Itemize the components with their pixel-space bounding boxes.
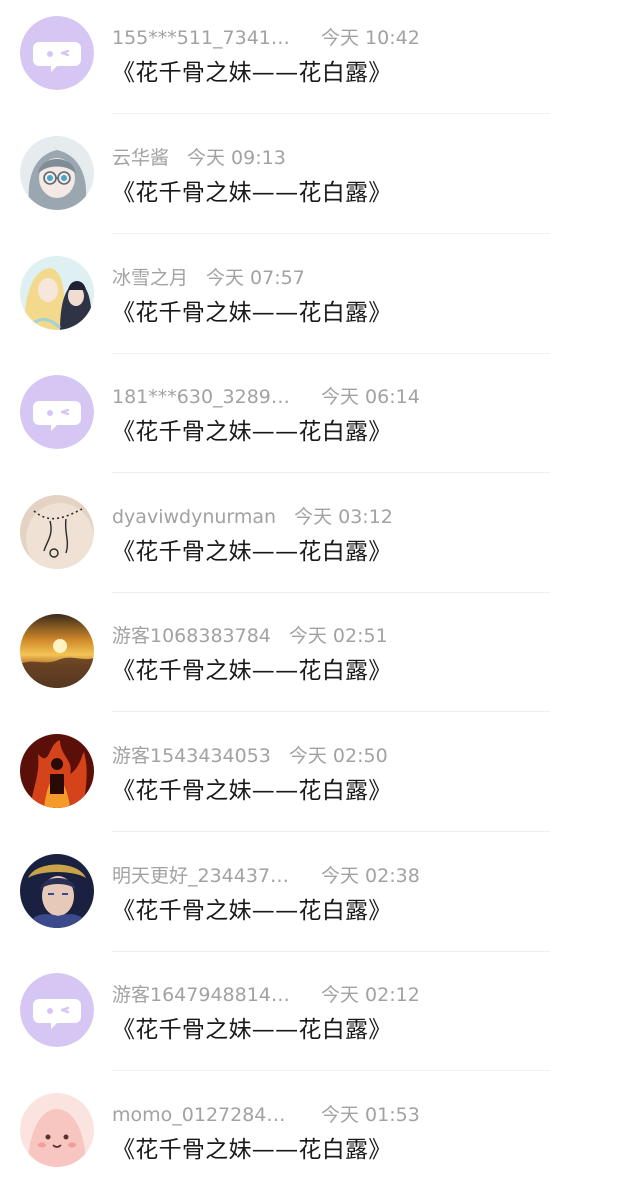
back-tattoo-avatar-icon[interactable] <box>20 495 94 569</box>
comment-time: 今天 06:14 <box>321 386 420 408</box>
comment-meta: 云华酱 今天 09:13 <box>112 145 612 171</box>
game-hero-avatar-icon[interactable] <box>20 854 94 928</box>
comment-meta: 游客1647948814… 今天 02:12 <box>112 982 612 1008</box>
list-item[interactable]: 游客1068383784 今天 02:51 《花千骨之妹——花白露》 <box>0 598 640 718</box>
fire-warrior-avatar-icon[interactable] <box>20 734 94 808</box>
book-title[interactable]: 《花千骨之妹——花白露》 <box>112 56 392 90</box>
divider <box>112 353 550 354</box>
list-item[interactable]: momo_0127284… 今天 01:53 《花千骨之妹——花白露》 <box>0 1077 640 1197</box>
comment-meta: momo_0127284… 今天 01:53 <box>112 1102 612 1128</box>
comment-time: 今天 02:38 <box>321 865 420 887</box>
divider <box>112 831 550 832</box>
divider <box>112 951 550 952</box>
default-chat-avatar-icon[interactable] <box>20 16 94 90</box>
comment-meta: 181***630_3289… 今天 06:14 <box>112 384 612 410</box>
list-item[interactable]: 明天更好_234437… 今天 02:38 《花千骨之妹——花白露》 <box>0 838 640 958</box>
book-title[interactable]: 《花千骨之妹——花白露》 <box>112 1013 392 1047</box>
user-name[interactable]: 冰雪之月 <box>112 265 188 291</box>
comment-time: 今天 03:12 <box>294 506 393 528</box>
anime-girl-glasses-avatar-icon[interactable] <box>20 136 94 210</box>
user-name[interactable]: 游客1068383784 <box>112 623 271 649</box>
list-item[interactable]: 155***511_73411… 今天 10:42 《花千骨之妹——花白露》 <box>0 0 640 120</box>
comment-time: 今天 09:13 <box>187 147 286 169</box>
divider <box>112 711 550 712</box>
divider <box>112 592 550 593</box>
list-item[interactable]: 游客1543434053 今天 02:50 《花千骨之妹——花白露》 <box>0 718 640 838</box>
comment-meta: 游客1068383784 今天 02:51 <box>112 623 612 649</box>
comment-meta: 冰雪之月 今天 07:57 <box>112 265 612 291</box>
comment-time: 今天 02:50 <box>288 745 388 767</box>
divider <box>112 472 550 473</box>
comment-time: 今天 01:53 <box>321 1104 420 1126</box>
default-chat-avatar-icon[interactable] <box>20 973 94 1047</box>
comment-time: 今天 07:57 <box>206 267 305 289</box>
comment-meta: dyaviwdynurman 今天 03:12 <box>112 504 612 530</box>
comment-meta: 明天更好_234437… 今天 02:38 <box>112 863 612 889</box>
list-item[interactable]: 云华酱 今天 09:13 《花千骨之妹——花白露》 <box>0 120 640 240</box>
sunset-clouds-avatar-icon[interactable] <box>20 614 94 688</box>
list-item[interactable]: dyaviwdynurman 今天 03:12 《花千骨之妹——花白露》 <box>0 479 640 599</box>
user-name[interactable]: 181***630_3289… <box>112 384 300 410</box>
book-title[interactable]: 《花千骨之妹——花白露》 <box>112 894 392 928</box>
divider <box>112 113 550 114</box>
book-title[interactable]: 《花千骨之妹——花白露》 <box>112 654 392 688</box>
comment-list: 155***511_73411… 今天 10:42 《花千骨之妹——花白露》 云华… <box>0 0 640 1174</box>
book-title[interactable]: 《花千骨之妹——花白露》 <box>112 176 392 210</box>
user-name[interactable]: 明天更好_234437… <box>112 863 300 889</box>
comment-time: 今天 02:51 <box>288 625 388 647</box>
anime-couple-avatar-icon[interactable] <box>20 256 94 330</box>
user-name[interactable]: 游客1543434053 <box>112 743 271 769</box>
user-name[interactable]: 155***511_73411… <box>112 25 300 51</box>
divider <box>112 1070 550 1071</box>
default-chat-avatar-icon[interactable] <box>20 375 94 449</box>
comment-time: 今天 02:12 <box>321 984 420 1006</box>
user-name[interactable]: dyaviwdynurman <box>112 504 276 530</box>
comment-time: 今天 10:42 <box>321 27 420 49</box>
list-item[interactable]: 游客1647948814… 今天 02:12 《花千骨之妹——花白露》 <box>0 957 640 1077</box>
pink-blob-avatar-icon[interactable] <box>20 1093 94 1167</box>
user-name[interactable]: 游客1647948814… <box>112 982 300 1008</box>
book-title[interactable]: 《花千骨之妹——花白露》 <box>112 296 392 330</box>
user-name[interactable]: momo_0127284… <box>112 1102 300 1128</box>
book-title[interactable]: 《花千骨之妹——花白露》 <box>112 415 392 449</box>
book-title[interactable]: 《花千骨之妹——花白露》 <box>112 774 392 808</box>
list-item[interactable]: 181***630_3289… 今天 06:14 《花千骨之妹——花白露》 <box>0 359 640 479</box>
book-title[interactable]: 《花千骨之妹——花白露》 <box>112 1133 392 1167</box>
comment-meta: 155***511_73411… 今天 10:42 <box>112 25 612 51</box>
user-name[interactable]: 云华酱 <box>112 145 169 171</box>
divider <box>112 233 550 234</box>
comment-meta: 游客1543434053 今天 02:50 <box>112 743 612 769</box>
list-item[interactable]: 冰雪之月 今天 07:57 《花千骨之妹——花白露》 <box>0 240 640 360</box>
book-title[interactable]: 《花千骨之妹——花白露》 <box>112 535 392 569</box>
